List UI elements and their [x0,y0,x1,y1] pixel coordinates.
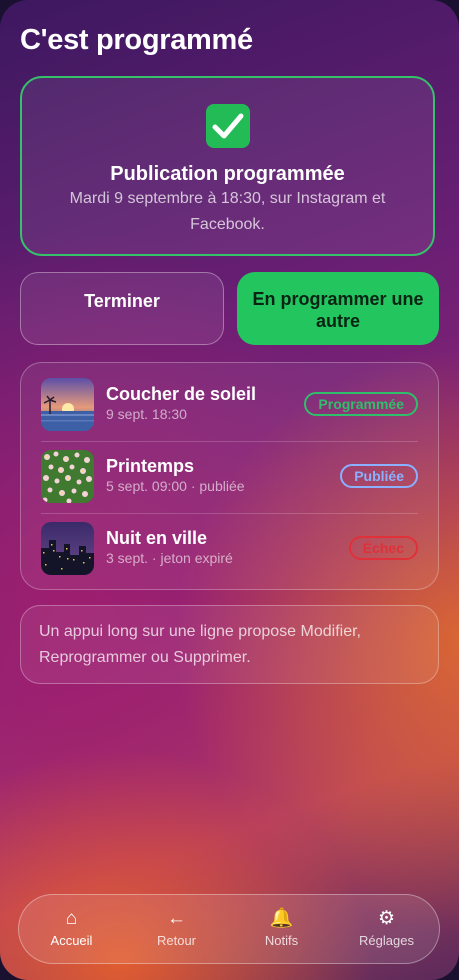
tab-home[interactable]: ⌂ Accueil [19,895,124,963]
confirmation-subtitle: Mardi 9 septembre à 18:30, sur Instagram… [69,190,386,233]
hint-card: Un appui long sur une ligne propose Modi… [20,605,439,684]
tab-notifications[interactable]: 🔔 Notifs [229,895,334,963]
list-item[interactable]: Nuit en ville 3 sept. · jeton expiré Éch… [41,522,418,576]
back-arrow-icon: ← [167,908,186,929]
tab-bar: ⌂ Accueil ← Retour 🔔 Notifs ⚙ Réglages [18,894,440,964]
post-meta: 9 sept. 18:30 [106,406,187,422]
status-badge[interactable]: Publiée [340,464,418,488]
tab-label: Réglages [359,933,414,948]
confirmation-card: Publication programmée Mardi 9 septembre… [20,76,435,256]
post-title: Coucher de soleil [106,384,257,404]
check-mark-button-icon [205,104,250,148]
gear-icon: ⚙ [377,908,396,929]
tab-back[interactable]: ← Retour [124,895,229,963]
thumbnail-sunset [41,378,94,431]
schedule-another-button[interactable]: En programmer une autre [237,272,439,345]
tab-label: Accueil [50,933,93,948]
thumbnail-flowers [41,450,94,503]
posts-list: Coucher de soleil 9 sept. 18:30 Programm… [20,362,439,590]
tab-label: Retour [156,933,197,948]
tab-settings[interactable]: ⚙ Réglages [334,895,439,963]
divider [41,441,418,442]
post-title: Nuit en ville [106,528,208,548]
post-meta: 5 sept. 09:00 · publiée [106,478,245,494]
status-badge[interactable]: Programmée [304,392,418,416]
divider [41,513,418,514]
tab-label: Notifs [264,933,299,948]
list-item[interactable]: Coucher de soleil 9 sept. 18:30 Programm… [41,378,418,432]
post-meta: 3 sept. · jeton expiré [106,550,233,566]
screen: C'est programmé Publication programmée M… [0,0,459,980]
status-badge[interactable]: Échec [348,536,418,560]
post-title: Printemps [106,456,195,476]
done-button[interactable]: Terminer [20,272,224,345]
page-title: C'est programmé [20,24,253,56]
home-icon: ⌂ [65,908,78,929]
confirmation-title: Publication programmée [110,163,345,185]
bell-icon: 🔔 [269,908,294,929]
thumbnail-city-night [41,522,94,575]
list-item[interactable]: Printemps 5 sept. 09:00 · publiée Publié… [41,450,418,504]
